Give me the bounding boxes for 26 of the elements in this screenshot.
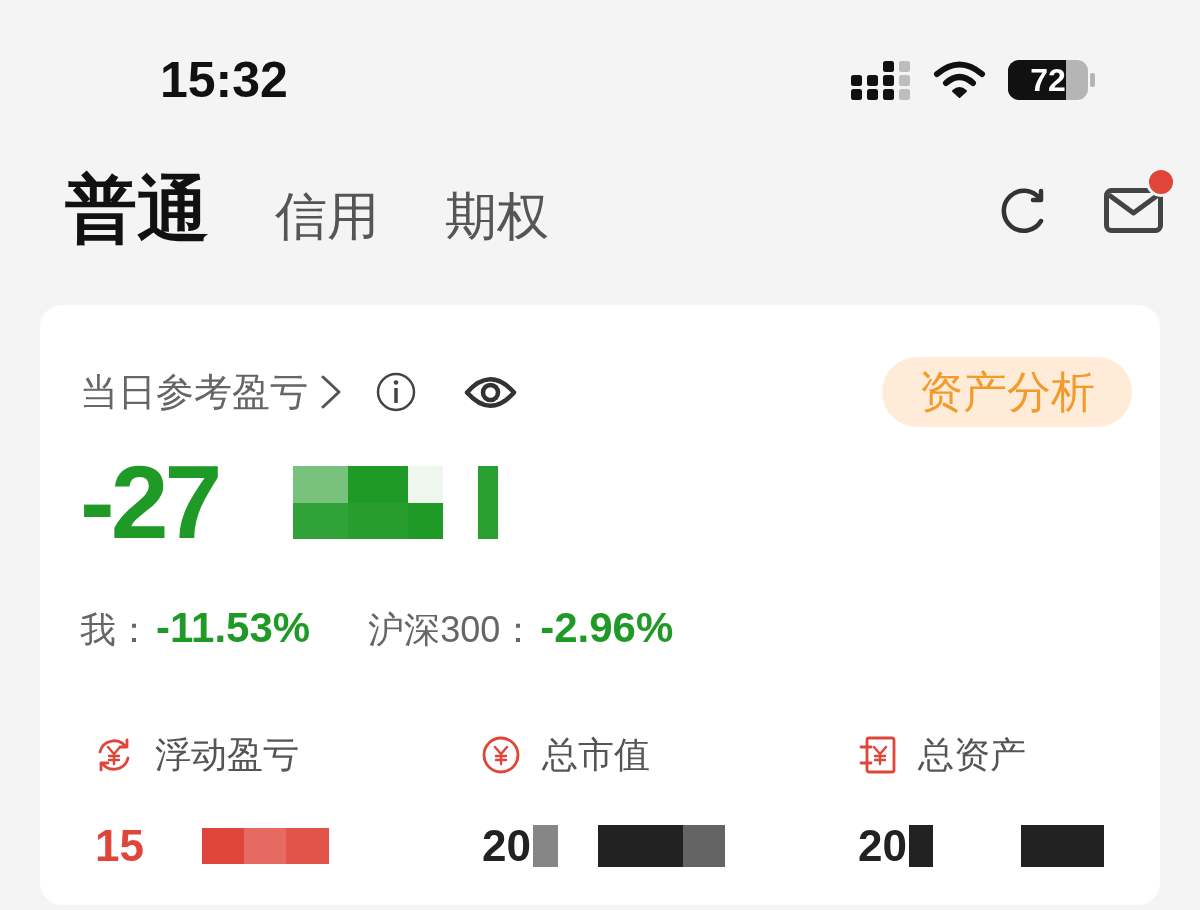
- battery-percentage: 72: [1030, 62, 1066, 98]
- metric-label: 总市值: [542, 735, 650, 775]
- daily-pnl-link[interactable]: 当日参考盈亏: [80, 370, 342, 414]
- account-tab[interactable]: 普通: [65, 170, 209, 250]
- metric-label: 浮动盈亏: [155, 735, 299, 775]
- comparison-label: 沪深300：: [368, 608, 537, 652]
- metric-value: 20: [482, 823, 531, 869]
- info-icon[interactable]: [376, 372, 416, 412]
- return-value: -2.96%: [540, 606, 674, 650]
- comparison-label: 我：: [80, 608, 152, 652]
- mail-icon[interactable]: [1104, 187, 1163, 233]
- eye-icon[interactable]: [464, 374, 517, 410]
- battery-icon: [1008, 60, 1095, 100]
- metric-value: 20: [858, 823, 907, 869]
- daily-pnl-value: -27: [80, 462, 219, 542]
- return-value: -11.53%: [156, 606, 311, 650]
- cellular-signal-icon: [851, 60, 911, 100]
- clock-time: 15:32: [160, 51, 288, 110]
- yen-coin-icon: [482, 736, 520, 774]
- chevron-right-icon: [320, 374, 342, 410]
- yen-ledger-icon: [858, 736, 896, 774]
- metric-label: 总资产: [918, 735, 1026, 775]
- wifi-icon: [933, 61, 986, 99]
- account-tab[interactable]: 信用: [275, 188, 379, 246]
- metric-value: 15: [95, 823, 144, 869]
- account-tab[interactable]: 期权: [445, 188, 549, 246]
